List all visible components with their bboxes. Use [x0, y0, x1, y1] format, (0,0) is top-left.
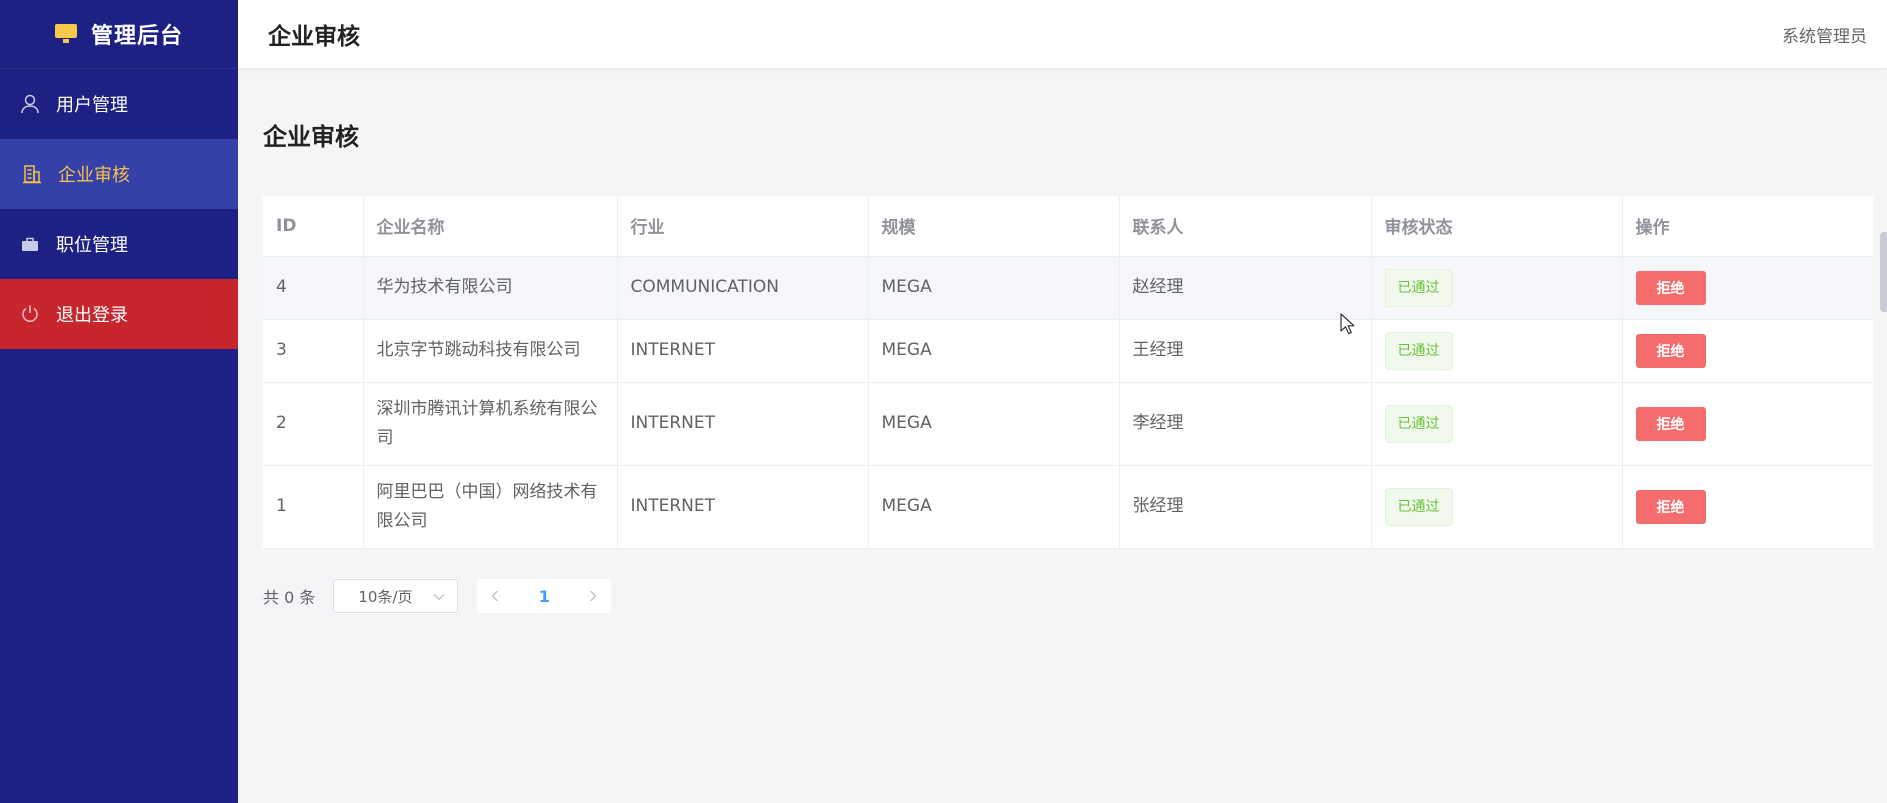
sidebar-item-company-review[interactable]: 企业审核: [0, 139, 238, 209]
header-title: 企业审核: [268, 24, 360, 50]
sidebar-item-user-management[interactable]: 用户管理: [0, 69, 238, 139]
logo: 管理后台: [0, 0, 238, 69]
power-icon: [20, 304, 40, 324]
cell-scale: MEGA: [868, 465, 1120, 549]
top-bar: 企业审核 系统管理员: [238, 0, 1887, 68]
column-header-id: ID: [263, 196, 364, 257]
status-badge: 已通过: [1384, 331, 1453, 370]
pagination-total: 共 0 条: [263, 588, 316, 607]
cell-id: 3: [263, 319, 364, 383]
cell-company-name: 深圳市腾讯计算机系统有限公司: [363, 382, 618, 466]
building-icon: [22, 164, 42, 184]
cell-status: 已通过: [1371, 382, 1623, 466]
reject-button[interactable]: 拒绝: [1635, 270, 1706, 305]
cell-status: 已通过: [1371, 319, 1623, 383]
table-row[interactable]: 3 北京字节跳动科技有限公司 INTERNET MEGA 王经理 已通过 拒绝: [263, 319, 1873, 383]
chevron-down-icon: [433, 587, 445, 605]
cell-contact: 赵经理: [1119, 256, 1372, 320]
cell-scale: MEGA: [868, 256, 1120, 320]
cell-action: 拒绝: [1622, 382, 1873, 466]
cell-id: 2: [263, 382, 364, 466]
cell-contact: 张经理: [1119, 465, 1372, 549]
pagination: 共 0 条 10条/页 1: [263, 579, 612, 613]
cell-action: 拒绝: [1622, 465, 1873, 549]
cell-contact: 李经理: [1119, 382, 1372, 466]
prev-page-button[interactable]: [477, 579, 513, 613]
column-header-status: 审核状态: [1371, 196, 1623, 257]
cell-company-name: 北京字节跳动科技有限公司: [363, 319, 618, 383]
mouse-cursor-icon: [1340, 313, 1355, 335]
status-badge: 已通过: [1384, 487, 1453, 526]
briefcase-icon: [20, 234, 40, 254]
reject-button[interactable]: 拒绝: [1635, 333, 1706, 368]
status-badge: 已通过: [1384, 268, 1453, 307]
reject-button[interactable]: 拒绝: [1635, 489, 1706, 524]
sidebar-item-label: 用户管理: [56, 95, 128, 116]
cell-industry: INTERNET: [617, 382, 869, 466]
table-row[interactable]: 1 阿里巴巴（中国）网络技术有限公司 INTERNET MEGA 张经理 已通过…: [263, 465, 1873, 549]
logo-title: 管理后台: [90, 24, 183, 49]
pager: 1: [477, 579, 612, 613]
table-row[interactable]: 2 深圳市腾讯计算机系统有限公司 INTERNET MEGA 李经理 已通过 拒…: [263, 382, 1873, 466]
cell-industry: COMMUNICATION: [617, 256, 869, 320]
table-header-row: ID 企业名称 行业 规模 联系人 审核状态 操作: [263, 196, 1873, 257]
cell-industry: INTERNET: [617, 319, 869, 383]
cell-id: 4: [263, 256, 364, 320]
scrollbar-thumb[interactable]: [1880, 232, 1887, 312]
page-size-select[interactable]: 10条/页: [333, 579, 459, 613]
monitor-icon: [54, 24, 77, 44]
sidebar-item-label: 退出登录: [56, 305, 128, 326]
sidebar-item-job-management[interactable]: 职位管理: [0, 209, 238, 279]
cell-id: 1: [263, 465, 364, 549]
cell-action: 拒绝: [1622, 256, 1873, 320]
cell-status: 已通过: [1371, 465, 1623, 549]
user-icon: [20, 94, 40, 114]
cell-scale: MEGA: [868, 319, 1120, 383]
column-header-industry: 行业: [617, 196, 869, 257]
chevron-left-icon: [491, 590, 499, 602]
sidebar-item-logout[interactable]: 退出登录: [0, 279, 238, 349]
column-header-contact: 联系人: [1119, 196, 1372, 257]
sidebar-item-label: 职位管理: [56, 235, 128, 256]
page-number-current[interactable]: 1: [513, 579, 575, 613]
status-badge: 已通过: [1384, 404, 1453, 443]
page-title: 企业审核: [263, 123, 359, 151]
sidebar: 管理后台 用户管理 企业审核 职位管理 退出登录: [0, 0, 238, 803]
next-page-button[interactable]: [575, 579, 611, 613]
page-size-value: 10条/页: [358, 587, 413, 606]
sidebar-item-label: 企业审核: [58, 165, 130, 186]
cell-action: 拒绝: [1622, 319, 1873, 383]
table-row[interactable]: 4 华为技术有限公司 COMMUNICATION MEGA 赵经理 已通过 拒绝: [263, 256, 1873, 320]
reject-button[interactable]: 拒绝: [1635, 406, 1706, 441]
cell-company-name: 华为技术有限公司: [363, 256, 618, 320]
column-header-action: 操作: [1622, 196, 1873, 257]
cell-status: 已通过: [1371, 256, 1623, 320]
column-header-scale: 规模: [868, 196, 1120, 257]
cell-industry: INTERNET: [617, 465, 869, 549]
current-user[interactable]: 系统管理员: [1782, 22, 1867, 47]
company-table: ID 企业名称 行业 规模 联系人 审核状态 操作 4 华为技术有限公司 COM…: [263, 196, 1873, 549]
cell-company-name: 阿里巴巴（中国）网络技术有限公司: [363, 465, 618, 549]
cell-contact: 王经理: [1119, 319, 1372, 383]
chevron-right-icon: [590, 590, 597, 602]
column-header-name: 企业名称: [363, 196, 618, 257]
cell-scale: MEGA: [868, 382, 1120, 466]
